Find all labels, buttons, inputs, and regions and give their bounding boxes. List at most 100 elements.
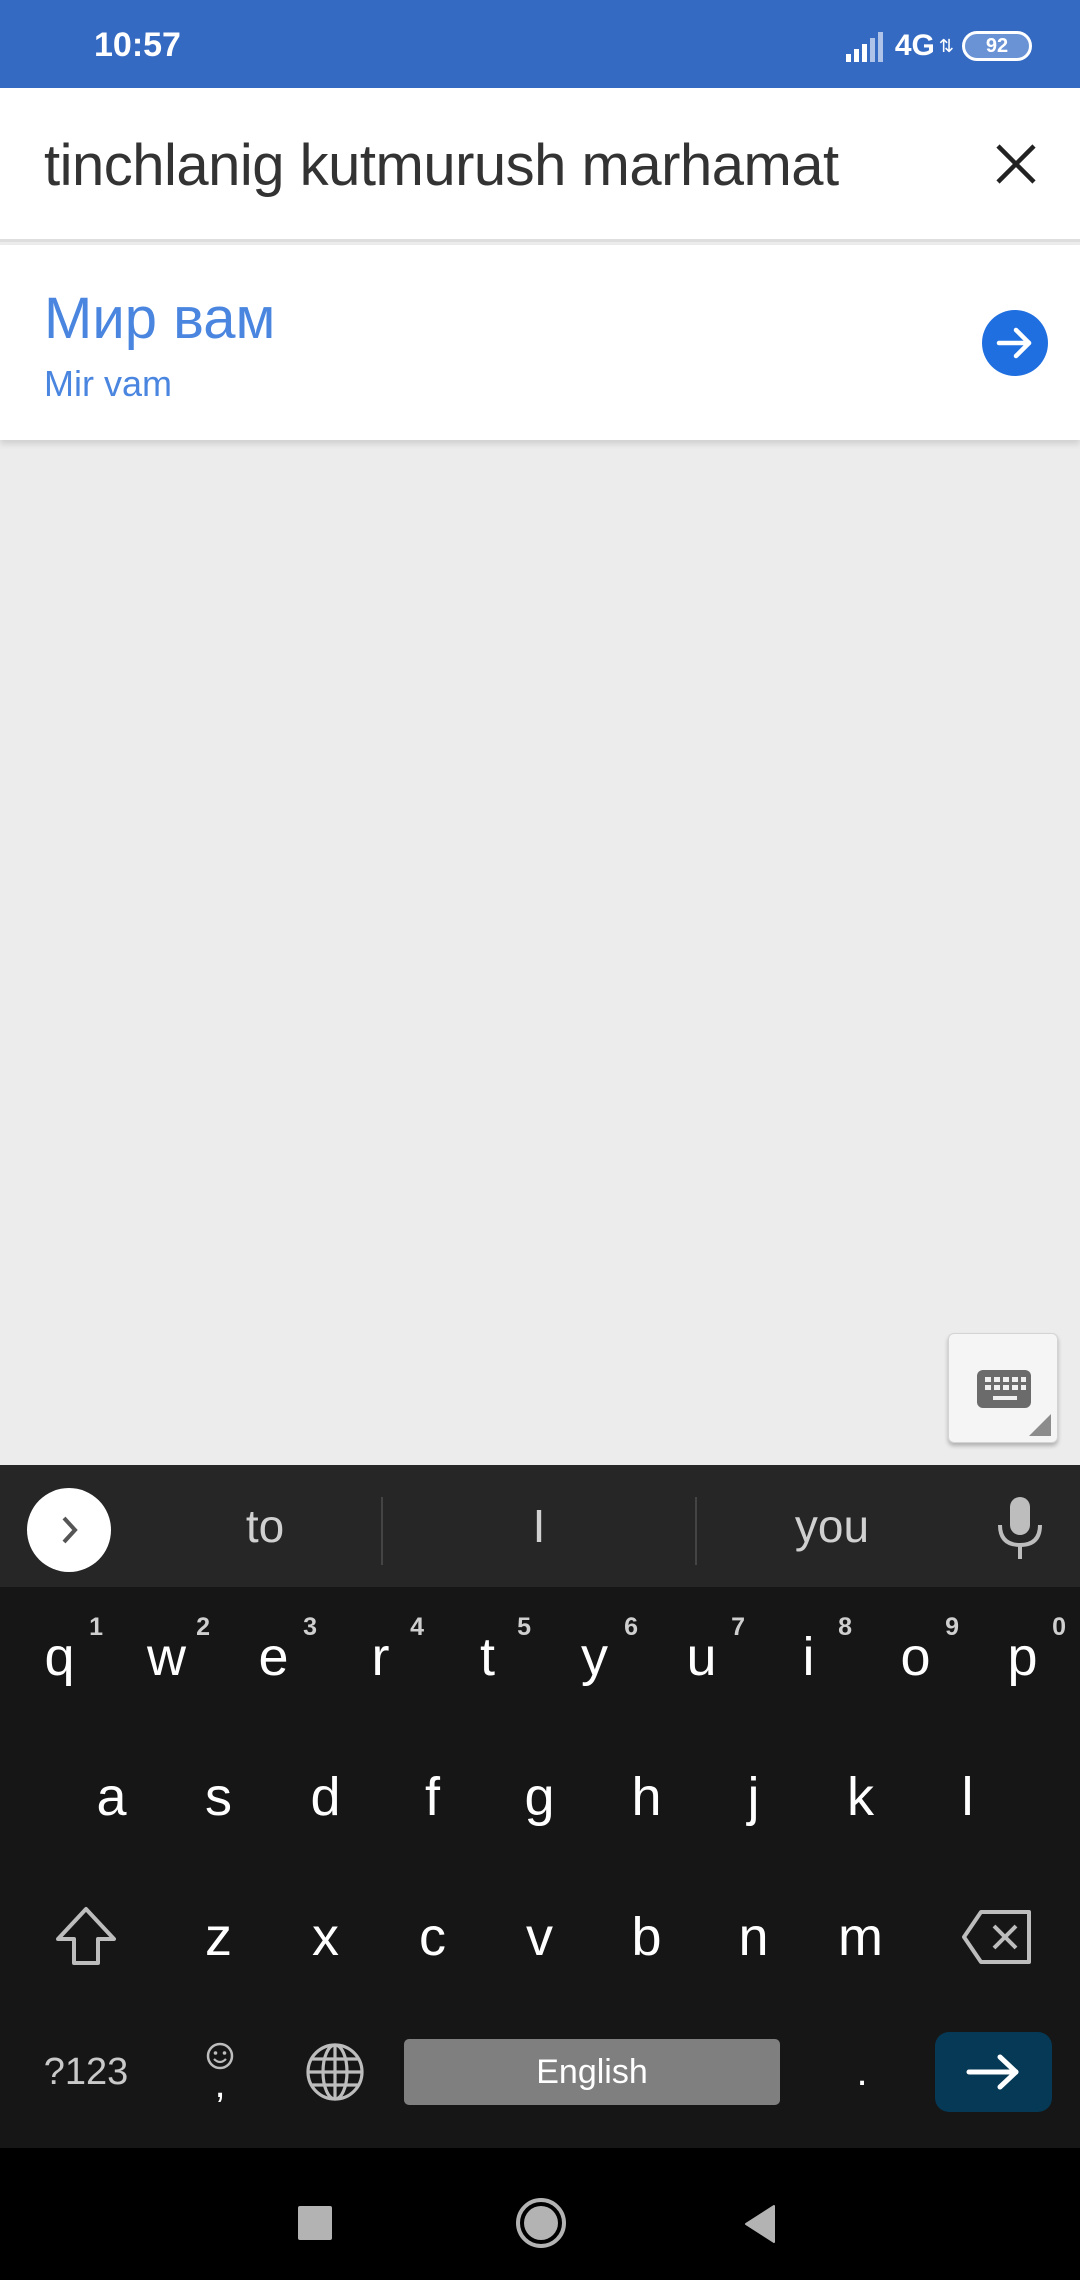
key-j[interactable]: j [700, 1727, 807, 1867]
key-label: c [419, 1907, 446, 1967]
comma-emoji-key[interactable]: , [170, 2017, 270, 2127]
key-label: r [371, 1627, 390, 1687]
key-label: l [961, 1767, 974, 1827]
key-a[interactable]: a [58, 1727, 165, 1867]
key-l[interactable]: l [914, 1727, 1021, 1867]
microphone-icon [998, 1497, 1042, 1559]
transliteration-text: Mir vam [44, 363, 172, 404]
enter-key[interactable] [935, 2032, 1052, 2112]
key-t[interactable]: t5 [434, 1587, 541, 1727]
key-y[interactable]: y6 [541, 1587, 648, 1727]
voice-input-button[interactable] [990, 1495, 1050, 1561]
symbols-key[interactable]: ?123 [16, 2017, 156, 2127]
key-label: k [847, 1767, 874, 1827]
back-button[interactable] [742, 2204, 778, 2244]
key-number-hint: 6 [624, 1613, 638, 1641]
backspace-key[interactable] [942, 1877, 1052, 1997]
translation-result[interactable]: Мир вам Mir vam [0, 245, 1080, 440]
key-label: m [838, 1907, 883, 1967]
navigation-bar [0, 2148, 1080, 2280]
network-type: 4G [894, 29, 935, 62]
status-icons: 4G ⇅ 92 [845, 28, 1032, 64]
backspace-icon [962, 1910, 1031, 1964]
suggestion-item[interactable]: to [150, 1465, 380, 1587]
space-key[interactable]: English [404, 2039, 780, 2105]
key-x[interactable]: x [272, 1867, 379, 2007]
key-label: q [44, 1627, 75, 1687]
key-label: o [900, 1627, 931, 1687]
key-b[interactable]: b [593, 1867, 700, 2007]
key-label: y [581, 1627, 608, 1687]
period-key[interactable]: . [812, 2017, 912, 2127]
battery-icon: 92 [962, 31, 1032, 61]
floating-keyboard-button[interactable] [948, 1333, 1058, 1443]
comma-label: , [214, 2062, 226, 2106]
search-input[interactable]: tinchlanig kutmurush marhamat [44, 132, 839, 199]
signal-icon [845, 30, 883, 62]
key-number-hint: 7 [731, 1613, 745, 1641]
key-number-hint: 8 [838, 1613, 852, 1641]
key-label: p [1007, 1627, 1038, 1687]
suggestion-item[interactable]: you [697, 1465, 967, 1587]
key-label: g [524, 1767, 555, 1827]
circle-icon [524, 2206, 558, 2240]
arrow-right-icon [966, 2054, 1018, 2090]
key-number-hint: 0 [1052, 1613, 1066, 1641]
translation-text: Мир вам [44, 286, 276, 351]
key-label: j [747, 1767, 760, 1827]
key-label: s [205, 1767, 232, 1827]
shift-key[interactable] [28, 1877, 144, 1997]
key-number-hint: 9 [945, 1613, 959, 1641]
key-n[interactable]: n [700, 1867, 807, 2007]
key-label: d [310, 1767, 341, 1827]
key-number-hint: 5 [517, 1613, 531, 1641]
arrow-right-icon [996, 327, 1032, 359]
suggestion-item[interactable]: I [383, 1465, 695, 1587]
key-number-hint: 1 [89, 1613, 103, 1641]
keyboard: q1w2e3r4t5y6u7i8o9p0asdfghjklzxcvbnm ?12… [0, 1587, 1080, 2148]
chevron-right-icon [62, 1516, 78, 1544]
key-f[interactable]: f [379, 1727, 486, 1867]
key-o[interactable]: o9 [862, 1587, 969, 1727]
key-number-hint: 2 [196, 1613, 210, 1641]
key-label: u [686, 1627, 717, 1687]
recents-button[interactable] [298, 2206, 332, 2240]
key-z[interactable]: z [165, 1867, 272, 2007]
clear-button[interactable] [980, 128, 1052, 200]
key-w[interactable]: w2 [113, 1587, 220, 1727]
key-q[interactable]: q1 [6, 1587, 113, 1727]
key-g[interactable]: g [486, 1727, 593, 1867]
status-time: 10:57 [94, 26, 181, 64]
open-translation-button[interactable] [982, 310, 1048, 376]
home-button[interactable] [516, 2198, 566, 2248]
key-k[interactable]: k [807, 1727, 914, 1867]
key-r[interactable]: r4 [327, 1587, 434, 1727]
shift-icon [56, 1907, 116, 1965]
key-h[interactable]: h [593, 1727, 700, 1867]
key-label: b [631, 1907, 662, 1967]
battery-level: 92 [985, 34, 1009, 57]
keyboard-icon [977, 1370, 1031, 1408]
key-i[interactable]: i8 [755, 1587, 862, 1727]
key-v[interactable]: v [486, 1867, 593, 2007]
key-label: w [147, 1627, 186, 1687]
status-bar: 10:57 4G ⇅ 92 [0, 0, 1080, 88]
key-label: h [631, 1767, 662, 1827]
key-label: f [424, 1767, 440, 1827]
space-key-label: English [536, 2052, 648, 2091]
key-label: i [802, 1627, 815, 1687]
key-label: v [526, 1907, 553, 1967]
language-key[interactable] [280, 2017, 390, 2127]
key-d[interactable]: d [272, 1727, 379, 1867]
key-e[interactable]: e3 [220, 1587, 327, 1727]
expand-toolbar-button[interactable] [27, 1488, 111, 1572]
key-label: x [312, 1907, 339, 1967]
data-arrows-icon: ⇅ [938, 36, 954, 56]
key-c[interactable]: c [379, 1867, 486, 2007]
key-s[interactable]: s [165, 1727, 272, 1867]
key-p[interactable]: p0 [969, 1587, 1076, 1727]
key-label: z [205, 1907, 232, 1967]
key-m[interactable]: m [807, 1867, 914, 2007]
globe-icon [306, 2043, 364, 2101]
key-u[interactable]: u7 [648, 1587, 755, 1727]
